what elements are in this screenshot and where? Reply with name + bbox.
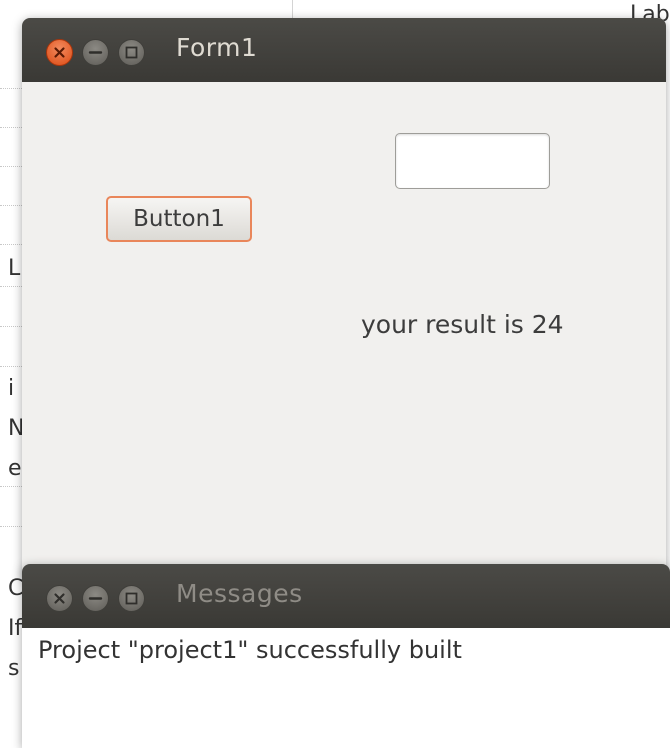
edit1-input[interactable] [395, 133, 550, 189]
background-text-fragment: L [8, 256, 21, 281]
maximize-icon[interactable] [118, 39, 145, 66]
form1-client-area: Button1 your result is 24 [22, 82, 666, 578]
window-title: Messages [176, 579, 303, 608]
window-title: Form1 [176, 33, 258, 62]
message-item[interactable]: Project "project1" successfully built [38, 636, 462, 664]
background-text-fragment: If [8, 616, 23, 641]
button1-label: Button1 [133, 206, 225, 232]
maximize-icon[interactable] [118, 585, 145, 612]
background-text-fragment: i [8, 376, 15, 401]
close-icon[interactable] [46, 39, 73, 66]
result-label: your result is 24 [361, 310, 564, 339]
editor-divider [292, 0, 293, 20]
messages-window: Messages Project "project1" successfully… [22, 564, 670, 748]
minimize-icon[interactable] [82, 585, 109, 612]
messages-list: Project "project1" successfully built [22, 628, 670, 748]
minimize-icon[interactable] [82, 39, 109, 66]
background-text-fragment: e [8, 456, 22, 481]
form1-titlebar[interactable]: Form1 [22, 18, 666, 82]
background-text-fragment: s [8, 656, 20, 681]
form1-window: Form1 Button1 your result is 24 [22, 18, 666, 578]
close-icon[interactable] [46, 585, 73, 612]
messages-titlebar[interactable]: Messages [22, 564, 670, 628]
button1-button[interactable]: Button1 [106, 196, 252, 242]
